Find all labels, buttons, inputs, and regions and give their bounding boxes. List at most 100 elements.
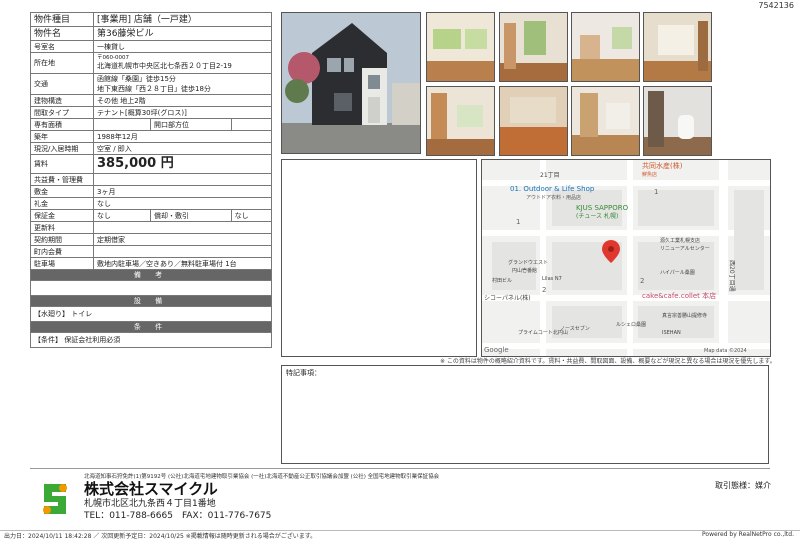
address-value: 北海道札幌市中央区北七条西２０丁目2-19 [97, 62, 232, 70]
area-value [93, 118, 151, 131]
deposit-label: 敷金 [30, 185, 94, 198]
map-label: 真言宗善勝山提修寺 [662, 312, 707, 319]
status-label: 現況/入居時期 [30, 142, 94, 155]
document-id: 7542136 [758, 1, 794, 10]
map-label: 1 [654, 188, 658, 196]
type-label: 物件種目 [30, 12, 94, 27]
interior-photo-3[interactable] [571, 12, 640, 82]
structure-value: その他 地上2階 [93, 94, 272, 107]
map-canvas: 共同水産(株)鮮魚店 01. Outdoor & Life Shopアウトドア衣料… [482, 160, 770, 356]
contract-label: 契約期間 [30, 233, 94, 246]
built-value: 1988年12月 [93, 130, 272, 143]
location-map[interactable]: 共同水産(株) 鮮魚店 01. Outdoor & Life Shop アウトドア衣料… [481, 159, 771, 357]
renewal-value [93, 221, 272, 234]
equipment-section-header: 設 備 [30, 295, 272, 307]
transaction-mode: 取引態様：媒介 [715, 481, 771, 490]
remarks-section-header: 備 考 [30, 269, 272, 281]
address-cell: 〒060-0007 北海道札幌市中央区北七条西２０丁目2-19 [93, 52, 272, 74]
type-value: [事業用] 店舗（一戸建） [93, 12, 272, 27]
opening-label: 開口部方位 [150, 118, 232, 131]
exterior-photo[interactable] [281, 12, 421, 154]
map-label: 村田ビル [492, 277, 512, 284]
map-label: 01. Outdoor & Life Shop [510, 185, 595, 193]
room-value: 一棟貸し [93, 40, 272, 53]
interior-photo-1[interactable] [426, 12, 495, 82]
map-label: 鮮魚店 [642, 171, 657, 178]
renewal-label: 更新料 [30, 221, 94, 234]
map-label: 1 [516, 218, 520, 226]
status-value: 空室 / 即入 [93, 142, 272, 155]
map-label: グランドウエスト [508, 259, 548, 266]
address-label: 所在地 [30, 52, 94, 74]
access-line-2: 地下東西線「西２８丁目」徒歩18分 [97, 85, 211, 93]
built-label: 築年 [30, 130, 94, 143]
print-date-info: 出力日：2024/10/11 18:42:28 ／ 次回更新予定日：2024/1… [4, 533, 317, 540]
remarks-section-body [30, 280, 272, 296]
map-label: KJUS SAPPORO [576, 204, 629, 212]
map-disclaimer: ※ この資料は物件の概略紹介資料です。賃料・共益費、間取図面、設備、概要などが現… [440, 358, 776, 365]
map-label: ルシェロ桑園 [616, 321, 646, 328]
interior-photo-2-image [500, 13, 567, 81]
map-label: 2 [542, 286, 546, 294]
interior-photo-7[interactable] [571, 86, 640, 156]
interior-photo-5[interactable] [426, 86, 495, 156]
area-label: 専有面積 [30, 118, 94, 131]
powered-by: Powered by RealNetPro co.,ltd. [702, 531, 794, 538]
map-label: リニューアルセンター [660, 245, 710, 252]
map-label: プライムコート北円山 [518, 329, 568, 336]
map-label: cake&cafe.collet 本店 [642, 291, 716, 300]
room-label: 号室名 [30, 40, 94, 53]
rent-value: 385,000 円 [93, 154, 272, 174]
conditions-section-header: 条 件 [30, 321, 272, 333]
map-label: 源久工業札幌支店 [660, 237, 700, 244]
map-label: (チュース 札幌) [576, 212, 618, 220]
interior-photo-4-image [644, 13, 711, 81]
interior-photo-6-image [500, 87, 567, 155]
guarantee-label: 保証金 [30, 209, 94, 222]
interior-photo-6[interactable] [499, 86, 568, 156]
interior-photo-2[interactable] [499, 12, 568, 82]
town-label: 町内会費 [30, 245, 94, 258]
map-label: ISEHAN [662, 330, 681, 336]
map-label: Google [484, 346, 509, 354]
layout-value: テナント[概算30坪(グロス)] [93, 106, 272, 119]
map-label: アウトドア衣料・用品店 [526, 194, 581, 201]
name-value: 第36藤栄ビル [93, 26, 272, 41]
name-label: 物件名 [30, 26, 94, 41]
exterior-photo-image [282, 13, 420, 153]
map-label: ハイパール桑園 [660, 269, 695, 276]
access-label: 交通 [30, 73, 94, 95]
structure-label: 建物構造 [30, 94, 94, 107]
access-line-1: 函館線「桑園」徒歩15分 [97, 75, 176, 83]
equipment-text: 【水廻り】 トイレ [30, 306, 272, 322]
map-label: Map data ©2024 [704, 347, 747, 354]
interior-photo-3-image [572, 13, 639, 81]
special-remarks-box: 特記事項： [281, 365, 769, 464]
interior-photo-8-image [644, 87, 711, 155]
map-label: 2 [640, 277, 644, 285]
special-remarks-label: 特記事項： [286, 369, 321, 377]
deposit-value: 3ヶ月 [93, 185, 272, 198]
amort-value: なし [230, 209, 273, 222]
fee-value [93, 173, 272, 186]
keymoney-label: 礼金 [30, 197, 94, 210]
interior-photo-8[interactable] [643, 86, 712, 156]
conditions-text: 【条件】 保証会社利用必須 [30, 332, 272, 348]
map-label: Lilas N7 [542, 276, 562, 282]
rent-label: 賃料 [30, 154, 94, 174]
guarantee-value: なし [93, 209, 151, 222]
keymoney-value: なし [93, 197, 272, 210]
map-label: 共同水産(株) [642, 161, 683, 170]
interior-photo-1-image [427, 13, 494, 81]
map-label: 円山壱番館 [512, 267, 537, 274]
map-label: 西20丁目通 [728, 260, 736, 292]
footer-divider [30, 468, 770, 469]
opening-value [230, 118, 273, 131]
interior-photo-4[interactable] [643, 12, 712, 82]
parking-value: 敷地内駐車場／空きあり／無料駐車場付 1台 [93, 257, 272, 270]
company-contact: TEL：011-788-6665 FAX：011-776-7675 [84, 511, 272, 521]
access-cell: 函館線「桑園」徒歩15分地下東西線「西２８丁目」徒歩18分 [93, 73, 272, 95]
town-value [93, 245, 272, 258]
company-logo-icon [38, 480, 72, 518]
map-label: シコーパネル(株) [484, 294, 531, 302]
